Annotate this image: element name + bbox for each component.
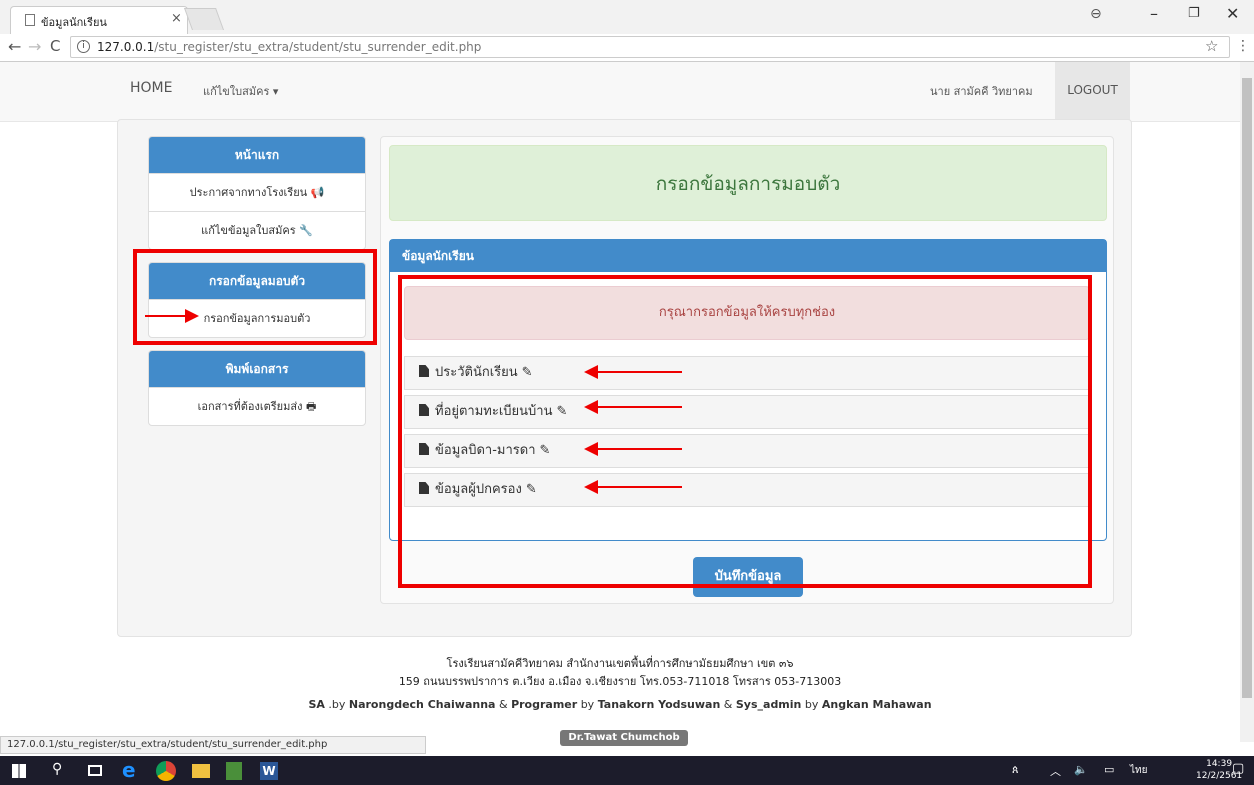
minimize-icon[interactable]: – bbox=[1150, 4, 1158, 23]
bookmark-star-icon[interactable]: ☆ bbox=[1205, 37, 1218, 55]
url-path: /stu_register/stu_extra/student/stu_surr… bbox=[154, 40, 482, 54]
sidebar-item-documents[interactable]: เอกสารที่ต้องเตรียมส่ง 🖶 bbox=[149, 387, 365, 425]
start-icon[interactable] bbox=[12, 764, 26, 778]
credit-sysadmin: Sys_admin bbox=[735, 698, 802, 711]
sidebar-item-announcements[interactable]: ประกาศจากทางโรงเรียน 📢 bbox=[149, 173, 365, 211]
notification-icon[interactable]: ▢ bbox=[1232, 761, 1244, 776]
people-icon[interactable]: ጰ bbox=[1012, 763, 1019, 777]
logout-button[interactable]: LOGOUT bbox=[1055, 62, 1130, 121]
notepad-icon[interactable] bbox=[226, 762, 242, 780]
reload-icon[interactable]: C bbox=[50, 37, 60, 55]
back-icon[interactable]: ← bbox=[8, 37, 21, 56]
url-host: 127.0.0.1 bbox=[97, 40, 155, 54]
language-indicator[interactable]: ไทย bbox=[1130, 763, 1147, 778]
credit-badge: Dr.Tawat Chumchob bbox=[560, 730, 688, 746]
credit-name: Tanakorn Yodsuwan bbox=[597, 698, 721, 711]
credit-sa: SA bbox=[308, 698, 325, 711]
browser-tab-strip: ข้อมูลนักเรียน × ⊖ – ❐ ✕ bbox=[0, 0, 1254, 34]
chevron-up-icon[interactable]: ︿ bbox=[1050, 763, 1061, 779]
nav-edit-dropdown[interactable]: แก้ไขใบสมัคร ▾ bbox=[203, 82, 278, 100]
new-tab-button[interactable] bbox=[183, 8, 225, 30]
profile-icon[interactable]: ⊖ bbox=[1090, 6, 1102, 22]
forward-icon[interactable]: → bbox=[28, 37, 41, 56]
chrome-icon[interactable] bbox=[156, 761, 176, 781]
credit-programer: Programer bbox=[511, 698, 578, 711]
page-viewport: HOME แก้ไขใบสมัคร ▾ นาย สามัคคี วิทยาคม … bbox=[0, 62, 1240, 754]
annotation-arrow-right bbox=[145, 309, 199, 323]
nav-home-link[interactable]: HOME bbox=[130, 80, 172, 96]
site-navbar: HOME แก้ไขใบสมัคร ▾ นาย สามัคคี วิทยาคม … bbox=[0, 62, 1240, 122]
windows-taskbar: ⚲ e W ጰ ︿ 🔈 ▭ ไทย 14:39 12/2/2561 ▢ bbox=[0, 756, 1254, 785]
page-heading: กรอกข้อมูลการมอบตัว bbox=[389, 145, 1107, 221]
task-view-icon[interactable] bbox=[88, 765, 102, 776]
tab-close-icon[interactable]: × bbox=[171, 11, 182, 26]
credit-amp: & bbox=[723, 698, 733, 711]
word-icon[interactable]: W bbox=[260, 762, 278, 780]
credit-by: by bbox=[804, 698, 819, 711]
close-window-icon[interactable]: ✕ bbox=[1226, 4, 1239, 23]
status-bar-url: 127.0.0.1/stu_register/stu_extra/student… bbox=[0, 736, 426, 754]
file-explorer-icon[interactable] bbox=[192, 764, 210, 778]
annotation-box-rows bbox=[398, 275, 1092, 588]
credit-amp: & bbox=[498, 698, 508, 711]
footer-credits: SA .by Narongdech Chaiwanna & Programer … bbox=[0, 698, 1240, 711]
info-icon[interactable]: i bbox=[77, 40, 90, 53]
footer-address: 159 ถนนบรรพปราการ ต.เวียง อ.เมือง จ.เชีย… bbox=[398, 675, 842, 688]
annotation-arrow-left bbox=[584, 480, 682, 494]
address-bar[interactable]: i 127.0.0.1/stu_register/stu_extra/stude… bbox=[70, 36, 1230, 58]
page-icon bbox=[25, 14, 35, 26]
annotation-box-sidebar bbox=[133, 249, 377, 345]
credit-name: Narongdech Chaiwanna bbox=[348, 698, 496, 711]
browser-menu-icon[interactable]: ⋮ bbox=[1236, 38, 1250, 54]
sidebar-item-edit-application[interactable]: แก้ไขข้อมูลใบสมัคร 🔧 bbox=[149, 211, 365, 249]
browser-toolbar: ← → C i 127.0.0.1/stu_register/stu_extra… bbox=[0, 34, 1254, 62]
sidebar-panel-title: พิมพ์เอกสาร bbox=[149, 351, 365, 387]
tab-title: ข้อมูลนักเรียน bbox=[41, 16, 107, 29]
credit-by: .by bbox=[328, 698, 346, 711]
credit-by: by bbox=[580, 698, 595, 711]
annotation-arrow-left bbox=[584, 442, 682, 456]
footer-school: โรงเรียนสามัคคีวิทยาคม สำนักงานเขตพื้นที… bbox=[446, 657, 794, 670]
scrollbar-thumb[interactable] bbox=[1242, 78, 1252, 698]
restore-icon[interactable]: ❐ bbox=[1188, 6, 1200, 21]
page-scrollbar[interactable] bbox=[1240, 62, 1254, 742]
nav-user-name: นาย สามัคคี วิทยาคม bbox=[930, 85, 1033, 98]
edge-icon[interactable]: e bbox=[122, 758, 142, 782]
sidebar-panel-home: หน้าแรก ประกาศจากทางโรงเรียน 📢 แก้ไขข้อม… bbox=[148, 136, 366, 250]
url-text: 127.0.0.1/stu_register/stu_extra/student… bbox=[97, 40, 481, 54]
search-icon[interactable]: ⚲ bbox=[52, 761, 72, 781]
credit-name: Angkan Mahawan bbox=[821, 698, 932, 711]
panel-title: ข้อมูลนักเรียน bbox=[390, 240, 1106, 272]
annotation-arrow-left bbox=[584, 400, 682, 414]
sidebar-panel-title: หน้าแรก bbox=[149, 137, 365, 173]
annotation-arrow-left bbox=[584, 365, 682, 379]
network-icon[interactable]: ▭ bbox=[1104, 763, 1114, 776]
browser-tab[interactable]: ข้อมูลนักเรียน × bbox=[10, 6, 188, 34]
volume-icon[interactable]: 🔈 bbox=[1074, 763, 1088, 776]
sidebar-panel-print: พิมพ์เอกสาร เอกสารที่ต้องเตรียมส่ง 🖶 bbox=[148, 350, 366, 426]
